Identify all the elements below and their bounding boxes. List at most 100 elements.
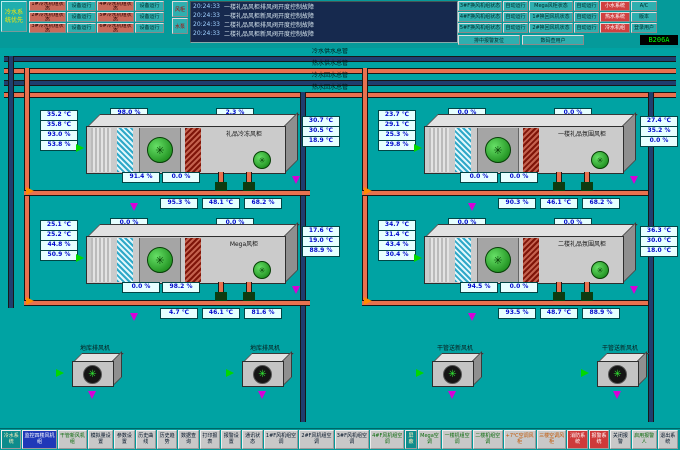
fan-status-button[interactable]: 5#F换风机组状态 [458,23,502,33]
chiller-status-button[interactable]: 6#冷水机组状态 [97,23,134,33]
fan-status-button[interactable]: 热水系统 [600,12,630,22]
nav-button[interactable]: 数据查询 [178,430,198,449]
exhaust-fan-unit: 干管送新风机 ✳ [410,343,500,405]
nav-button[interactable]: 三楼空调风柜 [537,430,567,449]
nav-button[interactable]: 消防系统 [567,430,587,449]
nav-button[interactable]: 模拟量设置 [88,430,113,449]
alarm-aux-button[interactable]: 排中报警复位 [458,35,520,45]
nav-button[interactable]: 屏蔽 [405,430,416,449]
chiller-status-button[interactable]: 3#冷水机组状态 [29,23,66,33]
fan-status-button[interactable]: 版本 [631,12,657,22]
ahu-name-label: Mega风柜 [205,241,283,248]
nav-button[interactable]: 干管新风机组 [58,430,88,449]
valve-readout: 88.9 % [582,308,620,319]
fan-status-button[interactable]: Mega风柜状态 [529,1,573,11]
airflow-out-arrow-icon [613,391,621,399]
chiller-status-button[interactable]: 设备运行 [67,23,96,33]
nav-button[interactable]: 通讯状态 [242,430,262,449]
chiller-status-button[interactable]: 5#冷水机组状态 [97,12,134,22]
nav-button[interactable]: Mega空调 [418,430,442,449]
fan-icon: ✳ [485,137,511,163]
fan-status-row: 3#F换风机组状态自动运行Mega风柜状态自动运行小水系统A/C [458,1,658,11]
nav-button[interactable]: +7℃空调风柜 [504,430,536,449]
nav-button[interactable]: 参数设置 [114,430,134,449]
fan-icon: ✳ [147,137,173,163]
alarm-list: 20:24:33 一楼礼品风柜排风阀开度控制故障 20:24:33 一楼礼品风柜… [190,1,458,43]
cooling-coil-section [185,238,201,282]
chiller-status-button[interactable]: 设备运行 [67,12,96,22]
valve-icon[interactable] [243,182,255,191]
nav-button[interactable]: 打印报表 [200,430,220,449]
fan-status-button[interactable]: 自动运行 [574,12,599,22]
fan-status-button[interactable]: 自动运行 [503,1,528,11]
chiller-status-button[interactable]: 设备运行 [67,1,96,11]
alarm-row[interactable]: 20:24:33 二楼礼品风柜新风阀开度控制故障 [191,29,457,38]
fan-status-button[interactable]: 小水系统 [600,1,630,11]
fan-status-button[interactable]: 2#换回风机状态 [529,23,573,33]
nav-button[interactable]: 关闭报警 [610,430,630,449]
fan-status-button[interactable]: 自动运行 [503,23,528,33]
nav-button[interactable]: 二楼机组空调 [473,430,503,449]
alarm-time: 20:24:33 [193,3,220,10]
chiller-status-button[interactable]: 2#冷水机组状态 [29,12,66,22]
valve-icon[interactable] [215,292,227,301]
chiller-status-button[interactable]: 设备运行 [135,1,164,11]
valve-icon[interactable] [243,292,255,301]
valve-icon[interactable] [215,182,227,191]
fan-status-button[interactable]: 4#F换风机组状态 [458,12,502,22]
nav-button[interactable]: 3#F风机组空调 [335,430,369,449]
nav-button[interactable]: 监控四楼风机组 [22,430,56,449]
nav-button[interactable]: 4#F风机组空调 [370,430,404,449]
filter-section [455,128,471,172]
alarm-aux-button[interactable]: 数码查用户 [522,35,584,45]
chiller-status-button[interactable]: 设备运行 [135,12,164,22]
nav-button[interactable]: 历史曲线 [136,430,156,449]
valve-icon[interactable] [581,182,593,191]
nav-button[interactable]: 报警设置 [221,430,241,449]
fan-status-button[interactable]: 冷水机组 [600,23,630,33]
nav-button[interactable]: 退出系统 [658,430,678,449]
nav-button[interactable]: 冷水系统 [1,430,21,449]
damper-section [429,128,449,172]
chiller-status-button[interactable]: 设备运行 [135,23,164,33]
priority-mini-button[interactable]: 风柜 [172,1,188,17]
fan-unit-label: 干管送新风机 [575,343,665,352]
valve-icon[interactable] [553,182,565,191]
fan-icon: ✳ [147,247,173,273]
nav-button[interactable]: 2#F风机组空调 [299,430,333,449]
nav-button[interactable]: 报警系统 [589,430,609,449]
system-priority-button[interactable]: 冷水系统优先 [1,1,27,32]
fan-status-button[interactable]: 1#换回风机状态 [529,12,573,22]
chiller-status-button[interactable]: 4#冷水机组状态 [97,1,134,11]
nav-button[interactable]: 1#F风机组空调 [264,430,298,449]
fan-status-button[interactable]: 自动运行 [503,12,528,22]
fan-icon: ✳ [83,365,102,384]
cooling-coil-section [523,238,539,282]
fan-status-button[interactable]: A/C [631,1,657,11]
sensor-readout: 50.9 % [40,250,78,261]
fan-front-face: ✳ [432,361,474,387]
ahu-front-face: ✳ ✳ 二楼礼品氛围风柜 [424,236,624,284]
chiller-status-button[interactable]: 1#冷水机组状态 [29,1,66,11]
airflow-out-arrow-icon [630,176,638,184]
nav-button[interactable]: 历史趋势 [157,430,177,449]
alarm-row[interactable]: 20:24:33 二楼礼品风柜排风阀开度控制故障 [191,20,457,29]
sensor-readout: 53.8 % [40,140,78,151]
airflow-out-arrow-icon [130,203,138,211]
nav-button[interactable]: 启用报警人 [632,430,657,449]
valve-icon[interactable] [581,292,593,301]
ahu-name-label: 一楼礼品氛围风柜 [543,131,621,138]
priority-mini-button[interactable]: 水泵 [172,18,188,34]
alarm-row[interactable]: 20:24:33 一楼礼品风柜新风阀开度控制故障 [191,11,457,20]
fan-status-row: 4#F换风机组状态自动运行1#换回风机状态自动运行热水系统版本 [458,12,658,22]
valve-icon[interactable] [553,292,565,301]
alarm-time: 20:24:33 [193,30,220,37]
alarm-row[interactable]: 20:24:33 一楼礼品风柜排风阀开度控制故障 [191,2,457,11]
fan-status-button[interactable]: 3#F换风机组状态 [458,1,502,11]
fan-status-button[interactable]: 自动运行 [574,1,599,11]
ahu-unit: 25.1 ℃ 25.2 ℃ 44.8 % 50.9 % 0.0 % 0.0 % … [10,216,340,324]
fan-status-button[interactable]: 自动运行 [574,23,599,33]
filter-section [455,238,471,282]
nav-button[interactable]: 一楼机组空调 [442,430,472,449]
fan-status-button[interactable]: 登录用户 [631,23,657,33]
